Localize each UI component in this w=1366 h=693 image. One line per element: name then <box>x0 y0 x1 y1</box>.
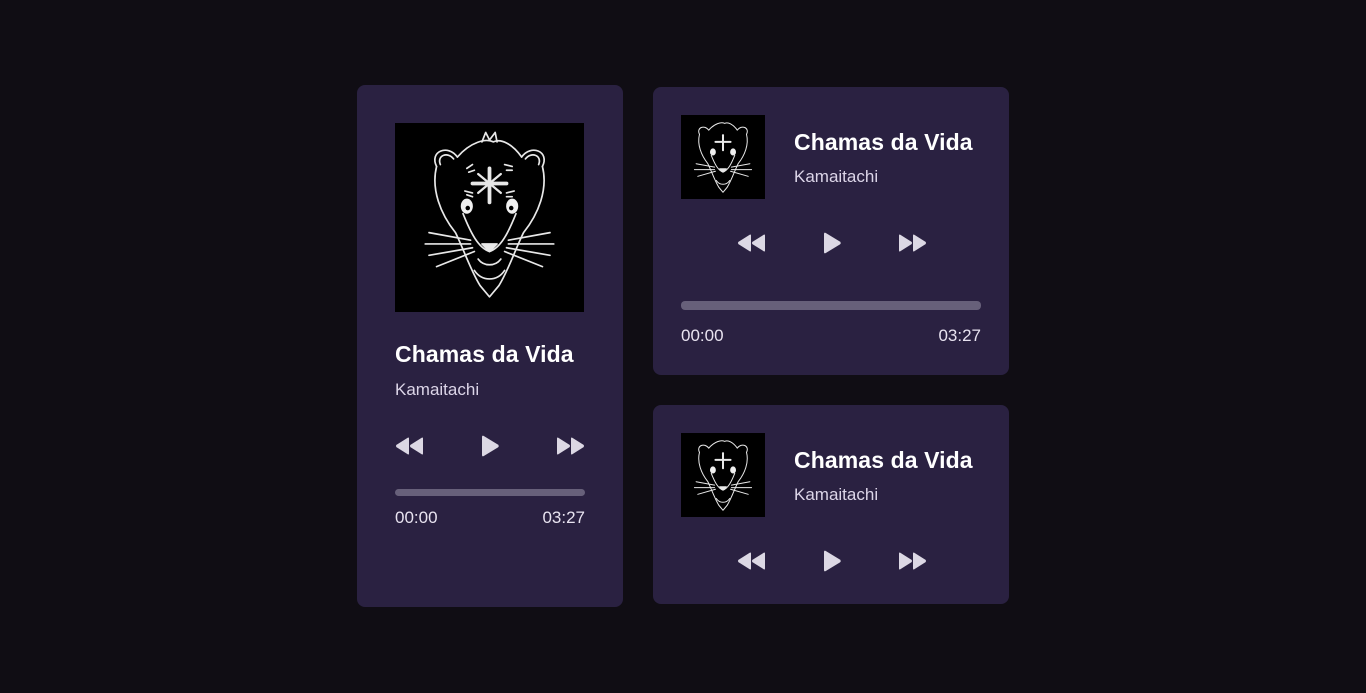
album-art-icon <box>395 123 584 312</box>
current-time: 00:00 <box>681 326 724 345</box>
album-art-icon <box>681 433 765 517</box>
track-artist: Kamaitachi <box>794 485 879 504</box>
track-title: Chamas da Vida <box>794 129 973 155</box>
play-icon <box>824 550 841 572</box>
fast-forward-icon <box>557 437 585 455</box>
play-icon <box>482 435 499 457</box>
duration: 03:27 <box>542 508 585 527</box>
fast-forward-icon <box>899 234 927 252</box>
rewind-icon <box>737 552 765 570</box>
progress-bar[interactable] <box>681 301 981 310</box>
track-artist: Kamaitachi <box>794 167 879 186</box>
next-button[interactable] <box>894 547 930 575</box>
fast-forward-icon <box>899 552 927 570</box>
duration: 03:27 <box>938 326 981 345</box>
play-button[interactable] <box>814 547 850 575</box>
track-title: Chamas da Vida <box>395 341 574 367</box>
album-cover <box>681 433 765 517</box>
previous-button[interactable] <box>734 547 770 575</box>
album-art-icon <box>681 115 765 199</box>
previous-button[interactable] <box>392 432 428 460</box>
play-button[interactable] <box>814 229 850 257</box>
track-artist: Kamaitachi <box>395 380 480 399</box>
album-cover <box>395 123 584 312</box>
track-title: Chamas da Vida <box>794 447 973 473</box>
rewind-icon <box>737 234 765 252</box>
player-card-compact: Chamas da Vida Kamaitachi <box>653 405 1009 604</box>
next-button[interactable] <box>894 229 930 257</box>
next-button[interactable] <box>552 432 588 460</box>
player-card-compact-with-progress: Chamas da Vida Kamaitachi 00:00 03:27 <box>653 87 1009 375</box>
play-icon <box>824 232 841 254</box>
rewind-icon <box>395 437 423 455</box>
previous-button[interactable] <box>734 229 770 257</box>
album-cover <box>681 115 765 199</box>
progress-bar[interactable] <box>395 489 585 496</box>
play-button[interactable] <box>472 432 508 460</box>
current-time: 00:00 <box>395 508 438 527</box>
player-card-vertical: Chamas da Vida Kamaitachi 00:00 03:27 <box>357 85 623 607</box>
